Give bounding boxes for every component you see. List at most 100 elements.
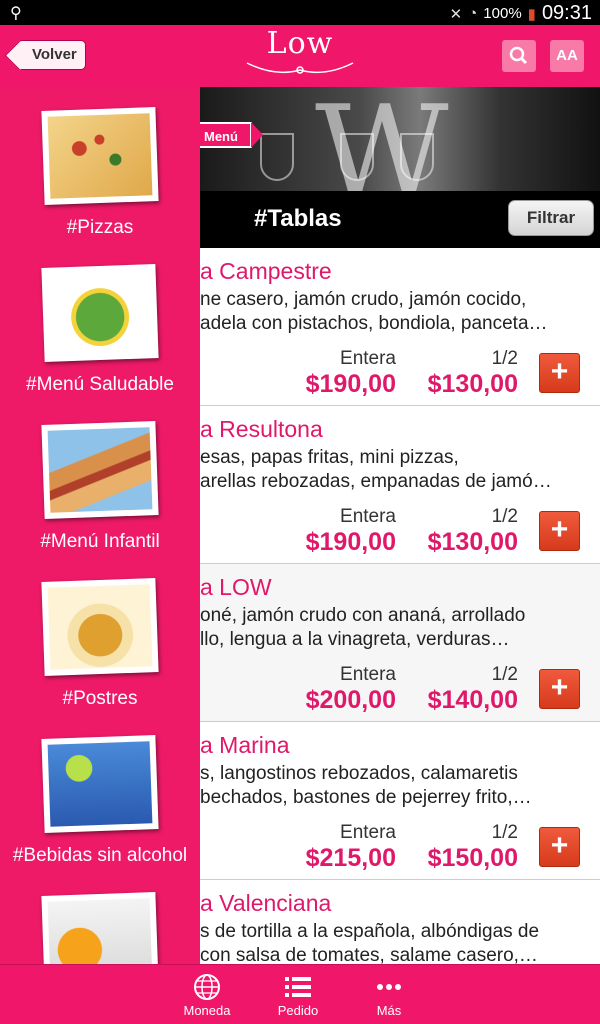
product-item[interactable]: a Marina s, langostinos rebozados, calam… bbox=[200, 722, 600, 880]
product-description: s de tortilla a la española, albóndigas … bbox=[200, 920, 595, 964]
drink-image bbox=[47, 741, 153, 827]
product-item[interactable]: a Campestre ne casero, jamón crudo, jamó… bbox=[200, 248, 600, 406]
product-item[interactable]: a Valenciana s de tortilla a la española… bbox=[200, 880, 600, 964]
back-button-label: Volver bbox=[32, 46, 77, 63]
product-item[interactable]: a LOW oné, jamón crudo con ananá, arroll… bbox=[200, 564, 600, 722]
product-name: a Resultona bbox=[200, 416, 323, 442]
description-line: oné, jamón crudo con ananá, arrollado bbox=[200, 605, 526, 626]
search-icon bbox=[509, 46, 528, 65]
description-line: ne casero, jamón crudo, jamón cocido, bbox=[200, 289, 527, 310]
list-icon bbox=[285, 977, 311, 997]
salad-image bbox=[47, 270, 153, 356]
full-size-label: Entera bbox=[340, 348, 396, 369]
glass-decoration bbox=[340, 133, 374, 181]
half-size-label: 1/2 bbox=[491, 664, 518, 685]
category-sidebar[interactable]: #Pizzas #Menú Saludable #Menú Infantil #… bbox=[0, 87, 200, 964]
search-button[interactable] bbox=[502, 40, 536, 72]
category-item-menu-saludable[interactable]: #Menú Saludable bbox=[0, 244, 200, 401]
glass-decoration bbox=[260, 133, 294, 181]
menu-tag[interactable]: Menú bbox=[200, 122, 263, 148]
half-size-label: 1/2 bbox=[491, 348, 518, 369]
product-list[interactable]: a Campestre ne casero, jamón crudo, jamó… bbox=[200, 248, 600, 964]
full-size-label: Entera bbox=[340, 506, 396, 527]
logo-ornament bbox=[246, 62, 354, 74]
filter-button[interactable]: Filtrar bbox=[508, 200, 594, 236]
battery-icon: ▮ bbox=[527, 5, 536, 23]
app-header: Volver Low AA bbox=[0, 25, 600, 87]
section-bar: #Tablas Filtrar bbox=[200, 191, 600, 248]
category-item-pizzas[interactable]: #Pizzas bbox=[0, 87, 200, 244]
font-size-label: AA bbox=[556, 47, 578, 64]
category-photo bbox=[41, 735, 159, 833]
dessert-image bbox=[47, 584, 153, 670]
description-line: bechados, bastones de pejerrey frito,… bbox=[200, 787, 532, 808]
product-description: oné, jamón crudo con ananá, arrollado ll… bbox=[200, 604, 595, 652]
description-line: esas, papas fritas, mini pizzas, bbox=[200, 447, 459, 468]
globe-dollar-icon bbox=[194, 974, 220, 1000]
description-line: llo, lengua a la vinagreta, verduras… bbox=[200, 629, 510, 650]
product-description: s, langostinos rebozados, calamaretis be… bbox=[200, 762, 595, 810]
category-label: #Pizzas bbox=[66, 217, 134, 238]
tab-mas[interactable]: Más bbox=[349, 973, 429, 1018]
product-name: a Marina bbox=[200, 732, 290, 758]
tab-label: Pedido bbox=[277, 1003, 319, 1018]
full-size-label: Entera bbox=[340, 664, 396, 685]
app-logo: Low bbox=[240, 27, 360, 85]
pizza-image bbox=[47, 113, 153, 199]
status-bar: ⚲ ✕ ◔ 100% ▮ 09:31 bbox=[0, 0, 600, 25]
description-line: arellas rebozadas, empanadas de jamó… bbox=[200, 471, 552, 492]
wifi-icon: ◔ bbox=[468, 5, 478, 22]
more-dots-icon bbox=[377, 984, 401, 990]
hotdog-image bbox=[47, 427, 153, 513]
tab-moneda[interactable]: Moneda bbox=[167, 973, 247, 1018]
category-photo bbox=[41, 107, 159, 205]
full-price: $190,00 bbox=[305, 370, 396, 398]
full-price: $190,00 bbox=[305, 528, 396, 556]
add-to-order-button[interactable]: + bbox=[539, 669, 580, 709]
category-label: #Menú Infantil bbox=[40, 531, 160, 552]
product-name: a Campestre bbox=[200, 258, 332, 284]
product-name: a Valenciana bbox=[200, 890, 332, 916]
mute-icon: ✕ bbox=[449, 5, 463, 23]
full-size-label: Entera bbox=[340, 822, 396, 843]
category-item-postres[interactable]: #Postres bbox=[0, 558, 200, 715]
description-line: con salsa de tomates, salame casero,… bbox=[200, 945, 538, 964]
usb-icon: ⚲ bbox=[10, 5, 22, 22]
product-description: esas, papas fritas, mini pizzas, arellas… bbox=[200, 446, 595, 494]
menu-tag-label: Menú bbox=[204, 129, 238, 144]
tab-label: Más bbox=[376, 1003, 402, 1018]
half-price: $130,00 bbox=[427, 370, 518, 398]
category-label: #Postres bbox=[62, 688, 138, 709]
product-item[interactable]: a Resultona esas, papas fritas, mini piz… bbox=[200, 406, 600, 564]
category-item-menu-infantil[interactable]: #Menú Infantil bbox=[0, 401, 200, 558]
description-line: s, langostinos rebozados, calamaretis bbox=[200, 763, 518, 784]
tab-pedido[interactable]: Pedido bbox=[258, 973, 338, 1018]
category-label: #Menú Saludable bbox=[26, 374, 174, 395]
add-to-order-button[interactable]: + bbox=[539, 827, 580, 867]
product-description: ne casero, jamón crudo, jamón cocido, ad… bbox=[200, 288, 595, 336]
half-size-label: 1/2 bbox=[491, 822, 518, 843]
glass-decoration bbox=[400, 133, 434, 181]
description-line: s de tortilla a la española, albóndigas … bbox=[200, 921, 540, 942]
category-photo bbox=[41, 578, 159, 676]
category-photo bbox=[41, 892, 159, 964]
add-to-order-button[interactable]: + bbox=[539, 511, 580, 551]
category-photo bbox=[41, 264, 159, 362]
back-button[interactable]: Volver bbox=[17, 40, 86, 70]
category-label: #Bebidas sin alcohol bbox=[12, 845, 188, 866]
category-photo bbox=[41, 421, 159, 519]
full-price: $200,00 bbox=[305, 686, 396, 714]
category-item-more[interactable] bbox=[0, 872, 200, 964]
product-name: a LOW bbox=[200, 574, 272, 600]
description-line: adela con pistachos, bondiola, panceta… bbox=[200, 313, 548, 334]
half-price: $130,00 bbox=[427, 528, 518, 556]
clock: 09:31 bbox=[541, 2, 592, 24]
juice-image bbox=[47, 898, 153, 964]
font-size-button[interactable]: AA bbox=[550, 40, 584, 72]
tab-label: Moneda bbox=[183, 1003, 231, 1018]
battery-percent: 100% bbox=[483, 5, 522, 22]
add-to-order-button[interactable]: + bbox=[539, 353, 580, 393]
category-item-bebidas-sin-alcohol[interactable]: #Bebidas sin alcohol bbox=[0, 715, 200, 872]
half-price: $150,00 bbox=[427, 844, 518, 872]
half-price: $140,00 bbox=[427, 686, 518, 714]
